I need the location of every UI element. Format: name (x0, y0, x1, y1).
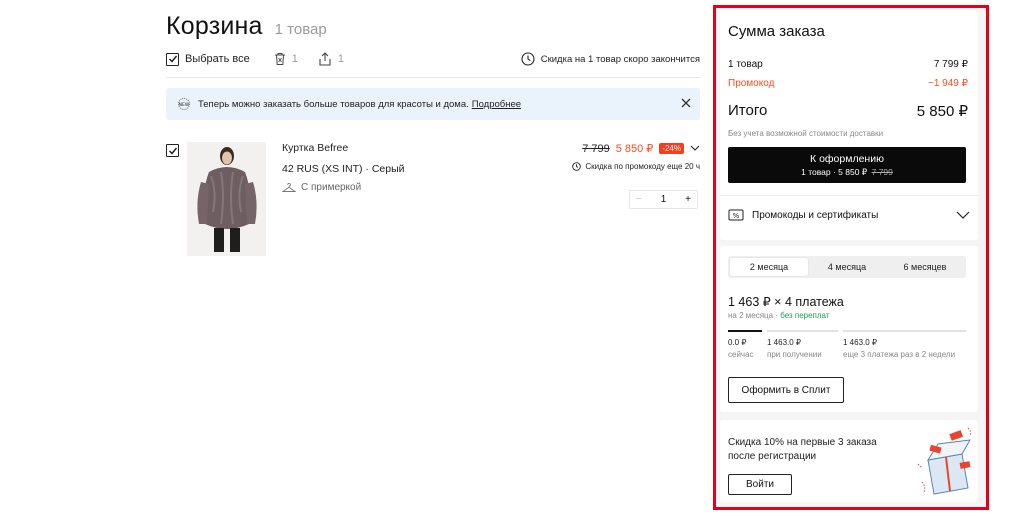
share-count: 1 (337, 53, 344, 65)
delete-selected-button[interactable]: 1 (274, 52, 298, 66)
order-summary-card: Сумма заказа 1 товар 7 799 ₽ Промокод −1… (720, 10, 978, 240)
info-banner: NEW Теперь можно заказать больше товаров… (166, 88, 700, 120)
checkout-button[interactable]: К оформлению 1 товар · 5 850 ₽ 7 799 (728, 147, 966, 183)
promocodes-label: Промокоды и сертификаты (752, 209, 879, 221)
cart-section: Корзина 1 товар Выбрать все 1 1 Скидка н… (166, 0, 702, 518)
split-checkout-button[interactable]: Оформить в Сплит (728, 377, 844, 403)
payment-label: еще 3 платежа раз в 2 недели (843, 350, 956, 359)
split-card: 2 месяца 4 месяца 6 месяцев 1 463 ₽ × 4 … (720, 246, 978, 412)
promocodes-toggle[interactable]: % Промокоды и сертификаты (728, 208, 970, 222)
payment-on-receipt: 1 463.0 ₽ при получении (767, 338, 822, 359)
trash-icon (274, 53, 285, 65)
summary-items-row: 1 товар 7 799 ₽ (728, 59, 968, 70)
payment-amount: 1 463.0 ₽ (843, 338, 878, 347)
timeline-segment-receipt (767, 330, 838, 332)
timeline-segment-rest (843, 330, 966, 332)
payment-amount: 1 463.0 ₽ (767, 338, 802, 347)
cart-item: Куртка Befree 42 RUS (XS INT) · Серый С … (166, 142, 700, 258)
payment-amount: 0.0 ₽ (728, 338, 747, 347)
summary-items-value: 7 799 ₽ (933, 59, 968, 70)
increase-button[interactable]: + (685, 194, 691, 205)
toolbar-divider (166, 77, 700, 78)
discount-badge: -24% (659, 143, 684, 154)
info-banner-text: Теперь можно заказать больше товаров для… (198, 98, 469, 110)
summary-promo-row: Промокод −1 949 ₽ (728, 78, 968, 89)
checkout-label: К оформлению (810, 152, 884, 165)
split-period: на 2 месяца · без переплат (728, 311, 829, 320)
login-button[interactable]: Войти (728, 474, 792, 495)
info-banner-link[interactable]: Подробнее (472, 99, 521, 110)
payment-label: при получении (767, 350, 822, 359)
summary-promo-value: −1 949 ₽ (927, 78, 968, 89)
page-title: Корзина (166, 12, 263, 40)
checkout-old-price: 7 799 (871, 166, 893, 177)
register-promo-card: Скидка 10% на первые 3 заказа после реги… (720, 420, 978, 502)
summary-total-label: Итого (728, 102, 768, 119)
item-fitting-label: С примеркой (301, 182, 362, 193)
tab-6-months[interactable]: 6 месяцев (886, 258, 964, 276)
summary-items-label: 1 товар (728, 59, 763, 70)
tab-4-months[interactable]: 4 месяца (808, 258, 886, 276)
split-period-tabs: 2 месяца 4 месяца 6 месяцев (728, 256, 966, 278)
discount-timer: Скидка на 1 товар скоро закончится (521, 52, 700, 66)
clock-icon (521, 52, 535, 66)
delivery-note: Без учета возможной стоимости доставки (728, 129, 884, 138)
close-icon[interactable] (680, 97, 692, 109)
select-all[interactable]: Выбрать все (166, 52, 250, 66)
payment-rest: 1 463.0 ₽ еще 3 платежа раз в 2 недели (843, 338, 955, 359)
order-summary-panel: Сумма заказа 1 товар 7 799 ₽ Промокод −1… (713, 5, 989, 510)
payment-label: сейчас (728, 350, 754, 359)
clock-icon (572, 162, 582, 171)
discount-timer-text: Скидка на 1 товар скоро закончится (540, 53, 700, 65)
brand-badge-icon: NEW (178, 98, 190, 110)
split-period-text: на 2 месяца · (728, 311, 778, 320)
item-old-price: 7 799 (582, 142, 610, 155)
timeline-segment-now (728, 330, 762, 332)
cart-count: 1 товар (274, 21, 327, 38)
item-checkbox[interactable] (166, 144, 179, 157)
hanger-icon (282, 182, 296, 192)
payment-now: 0.0 ₽ сейчас (728, 338, 754, 359)
summary-total-value: 5 850 ₽ (916, 103, 968, 120)
cart-toolbar: Выбрать все 1 1 Скидка на 1 товар скоро … (166, 50, 700, 68)
item-info: Куртка Befree 42 RUS (XS INT) · Серый С … (282, 142, 405, 193)
share-button[interactable]: 1 (318, 52, 344, 66)
svg-text:%: % (733, 212, 740, 220)
checkout-sub-text: 1 товар · 5 850 ₽ (801, 166, 868, 177)
select-all-label: Выбрать все (185, 53, 250, 65)
checkout-sub: 1 товар · 5 850 ₽ 7 799 (801, 167, 893, 178)
tab-2-months[interactable]: 2 месяца (730, 258, 808, 276)
item-name[interactable]: Куртка Befree (282, 142, 405, 154)
split-amount: 1 463 ₽ × 4 платежа (728, 295, 844, 309)
quantity-stepper: − 1 + (629, 190, 698, 209)
item-fitting: С примеркой (282, 182, 405, 193)
item-new-price: 5 850 ₽ (615, 143, 654, 155)
svg-text:NEW: NEW (179, 102, 190, 108)
chevron-down-icon (956, 211, 970, 219)
item-photo[interactable] (187, 142, 266, 256)
delete-count: 1 (291, 53, 298, 65)
page-title-row: Корзина 1 товар (166, 12, 327, 41)
promo-timer-text: Скидка по промокоду еще 20 ч (585, 162, 700, 171)
item-size-color: 42 RUS (XS INT) · Серый (282, 163, 405, 175)
gift-box-icon (917, 427, 972, 495)
share-icon (319, 52, 331, 66)
promo-timer: Скидка по промокоду еще 20 ч (572, 162, 700, 171)
quantity-value: 1 (660, 194, 667, 205)
summary-title: Сумма заказа (728, 23, 825, 40)
split-no-overpay: без переплат (780, 311, 830, 320)
register-promo-text: Скидка 10% на первые 3 заказа после реги… (728, 437, 877, 462)
decrease-button[interactable]: − (636, 194, 642, 205)
select-all-checkbox[interactable] (166, 52, 179, 66)
split-timeline (728, 330, 966, 332)
summary-total-row: Итого 5 850 ₽ (728, 102, 968, 120)
coupon-icon: % (728, 209, 744, 221)
chevron-down-icon[interactable] (690, 145, 700, 152)
item-price: 7 799 5 850 ₽ -24% (582, 142, 700, 155)
summary-promo-label: Промокод (728, 78, 775, 89)
summary-divider (720, 195, 978, 196)
